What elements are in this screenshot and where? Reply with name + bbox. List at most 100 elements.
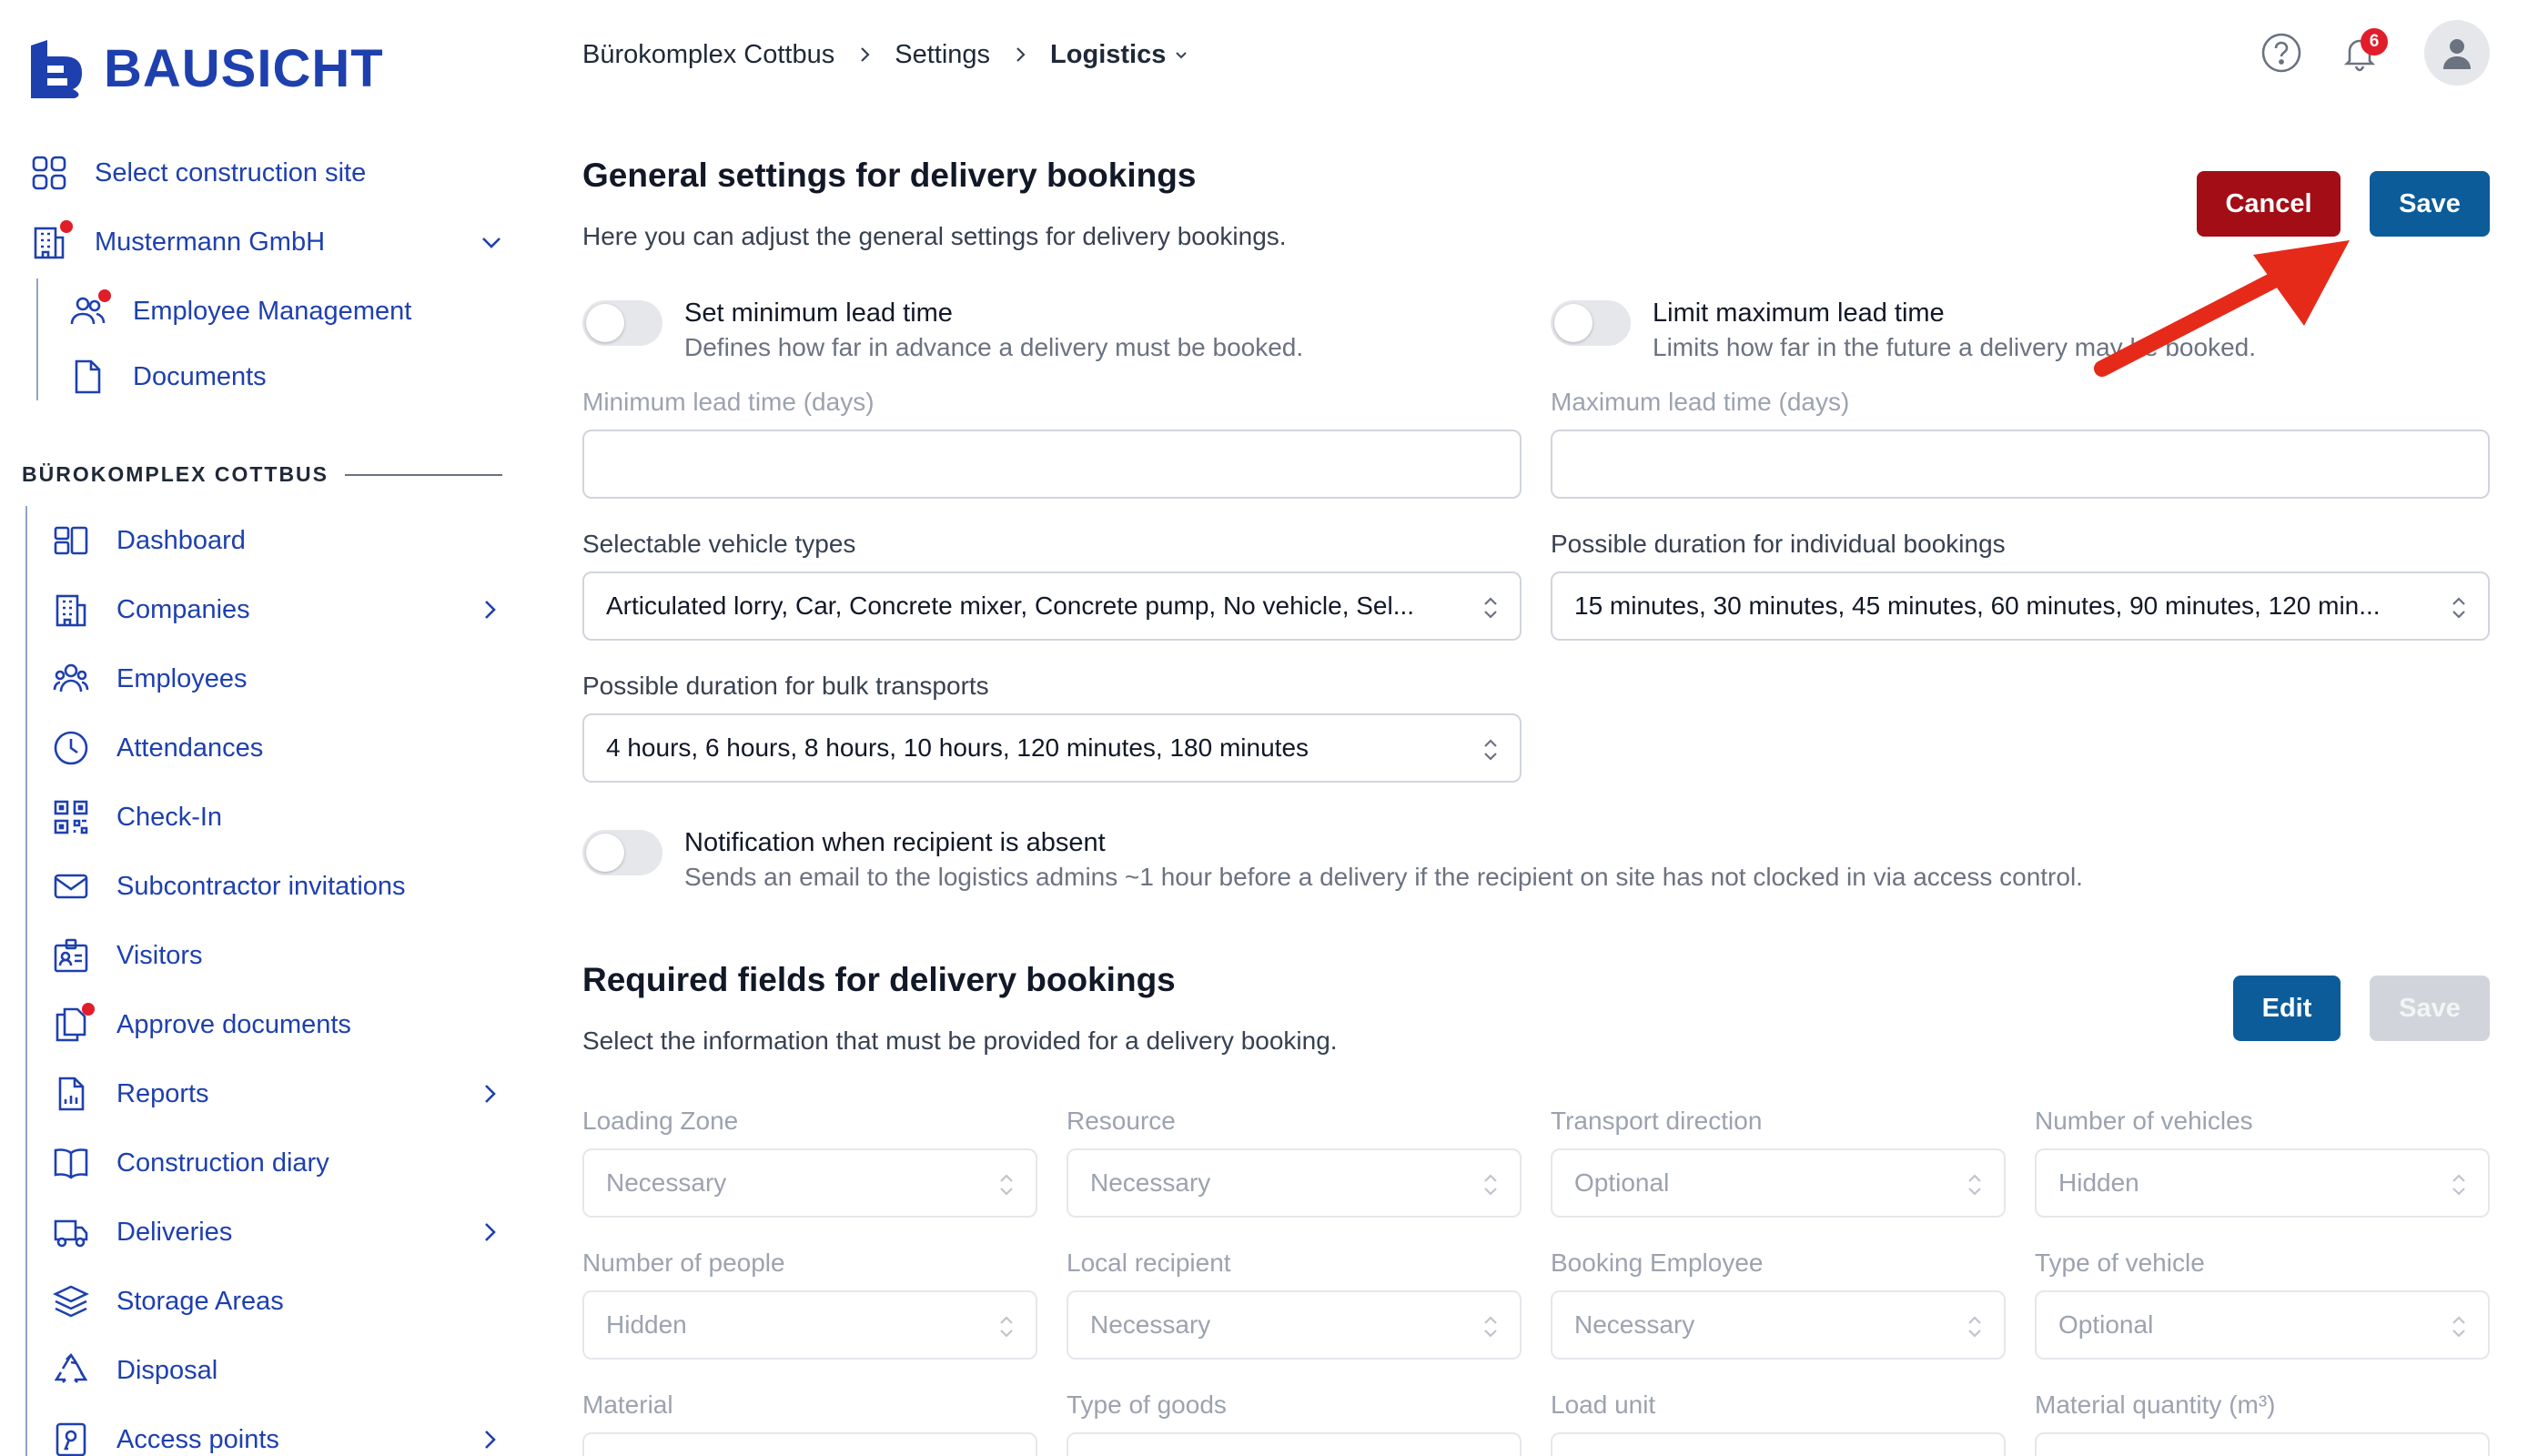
required-field-label: Number of vehicles [2035,1107,2253,1135]
required-field-select[interactable]: Necessary [1067,1290,1522,1360]
chevron-down-icon[interactable] [479,229,504,255]
required-field-select[interactable] [2035,1432,2490,1456]
required-field-select[interactable]: Necessary [1067,1148,1522,1218]
id-card-icon [53,937,89,974]
vehicle-types-label: Selectable vehicle types [582,530,856,558]
select-value: Hidden [606,1310,687,1339]
required-field-select[interactable]: Necessary [582,1148,1037,1218]
truck-icon [53,1214,89,1250]
sidebar-item-companies[interactable]: Companies [27,575,502,644]
section-label: BÜROKOMPLEX COTTBUS [22,462,502,487]
save-button[interactable]: Save [2370,171,2490,237]
sidebar-item-label: Attendances [116,733,264,763]
chevron-up-down-icon [1484,597,1497,619]
toggle-subtitle: Defines how far in advance a delivery mu… [684,333,1304,361]
select-value: Necessary [1090,1168,1211,1197]
sidebar-item-dashboard[interactable]: Dashboard [27,506,502,575]
sidebar-item-visitors[interactable]: Visitors [27,921,502,990]
required-field-label: Type of vehicle [2035,1249,2205,1277]
bulk-duration-select[interactable]: 4 hours, 6 hours, 8 hours, 10 hours, 120… [582,713,1522,783]
chevron-up-down-icon [1000,1174,1013,1196]
sidebar-item-employee-management[interactable]: Employee Management [38,278,491,344]
required-fields-description: Select the information that must be prov… [582,1026,1338,1055]
chevron-up-down-icon [2452,597,2465,619]
required-field-label: Loading Zone [582,1107,739,1135]
max-lead-time-toggle[interactable] [1551,300,1631,346]
chevron-right-icon[interactable] [477,1219,502,1245]
chevron-up-down-icon [1968,1174,1981,1196]
required-field-label: Material [582,1390,673,1419]
edit-button[interactable]: Edit [2233,976,2341,1041]
required-save-button[interactable]: Save [2370,976,2490,1041]
absent-notification-setting: Notification when recipient is absent Se… [582,826,2083,895]
min-lead-time-label: Minimum lead time (days) [582,388,875,416]
chevron-up-down-icon [1484,1316,1497,1338]
vehicle-types-select[interactable]: Articulated lorry, Car, Concrete mixer, … [582,571,1522,641]
toggle-title: Notification when recipient is absent [684,828,1106,857]
required-field-label: Booking Employee [1551,1249,1764,1277]
chevron-right-icon[interactable] [477,1427,502,1452]
documents-icon [53,1003,95,1043]
general-settings-description: Here you can adjust the general settings… [582,222,1287,250]
min-lead-time-input[interactable] [582,430,1522,499]
sidebar-item-disposal[interactable]: Disposal [27,1336,502,1405]
select-value: Hidden [2058,1168,2139,1197]
sidebar-item-company[interactable]: Mustermann GmbH [31,207,504,277]
individual-duration-select[interactable]: 15 minutes, 30 minutes, 45 minutes, 60 m… [1551,571,2490,641]
chevron-right-icon[interactable] [477,1081,502,1107]
users-icon [69,289,111,329]
select-value: Necessary [606,1168,727,1197]
required-field-select[interactable] [1067,1432,1522,1456]
required-field-select[interactable]: Hidden [2035,1148,2490,1218]
sidebar-item-storage-areas[interactable]: Storage Areas [27,1267,502,1336]
required-field-select[interactable]: Hidden [582,1290,1037,1360]
main-content: General settings for delivery bookings H… [582,0,2490,1456]
max-lead-time-input[interactable] [1551,430,2490,499]
sidebar-item-attendances[interactable]: Attendances [27,713,502,783]
chevron-up-down-icon [1484,739,1497,761]
absent-notification-toggle[interactable] [582,830,662,875]
select-value: 15 minutes, 30 minutes, 45 minutes, 60 m… [1574,592,2381,620]
required-field-label: Local recipient [1067,1249,1231,1277]
sidebar-item-label: Companies [116,594,250,624]
sidebar-item-label: Storage Areas [116,1286,284,1316]
sidebar-item-access-points[interactable]: Access points [27,1405,502,1456]
general-settings-title: General settings for delivery bookings [582,157,1197,194]
required-field-label: Number of people [582,1249,785,1277]
min-lead-time-toggle[interactable] [582,300,662,346]
sidebar-item-construction-diary[interactable]: Construction diary [27,1128,502,1198]
chevron-up-down-icon [2452,1316,2465,1338]
required-field-label: Material quantity (m³) [2035,1390,2276,1419]
sidebar-item-label: Documents [133,361,267,391]
sidebar-item-label: Visitors [116,940,203,970]
chevron-up-down-icon [1484,1174,1497,1196]
sidebar-item-documents[interactable]: Documents [38,344,491,410]
select-value: Optional [1574,1168,1670,1197]
clock-icon [53,730,89,766]
logo[interactable]: BAUSICHT [27,36,384,100]
users-icon [53,661,89,697]
sidebar-item-check-in[interactable]: Check-In [27,783,502,852]
toggle-subtitle: Sends an email to the logistics admins ~… [684,863,2083,891]
envelope-icon [53,868,89,905]
bulk-duration-label: Possible duration for bulk transports [582,672,989,700]
sidebar-item-subcontractor-invitations[interactable]: Subcontractor invitations [27,852,502,921]
sidebar-item-reports[interactable]: Reports [27,1059,502,1128]
building-icon [53,592,89,628]
recycle-icon [53,1352,89,1389]
required-field-select[interactable]: Optional [1551,1148,2006,1218]
sidebar-item-employees[interactable]: Employees [27,644,502,713]
chevron-right-icon[interactable] [477,597,502,622]
required-field-select[interactable] [1551,1432,2006,1456]
sidebar-item-label: Access points [116,1424,279,1454]
required-field-select[interactable] [582,1432,1037,1456]
nav-main: Dashboard Companies Employees Attendance… [25,506,502,1456]
logo-text: BAUSICHT [104,38,384,98]
sidebar-item-select-site[interactable]: Select construction site [31,138,504,207]
toggle-title: Set minimum lead time [684,298,953,328]
report-icon [53,1076,89,1112]
sidebar-item-deliveries[interactable]: Deliveries [27,1198,502,1267]
required-field-select[interactable]: Necessary [1551,1290,2006,1360]
sidebar-item-approve-documents[interactable]: Approve documents [27,990,502,1059]
required-field-select[interactable]: Optional [2035,1290,2490,1360]
